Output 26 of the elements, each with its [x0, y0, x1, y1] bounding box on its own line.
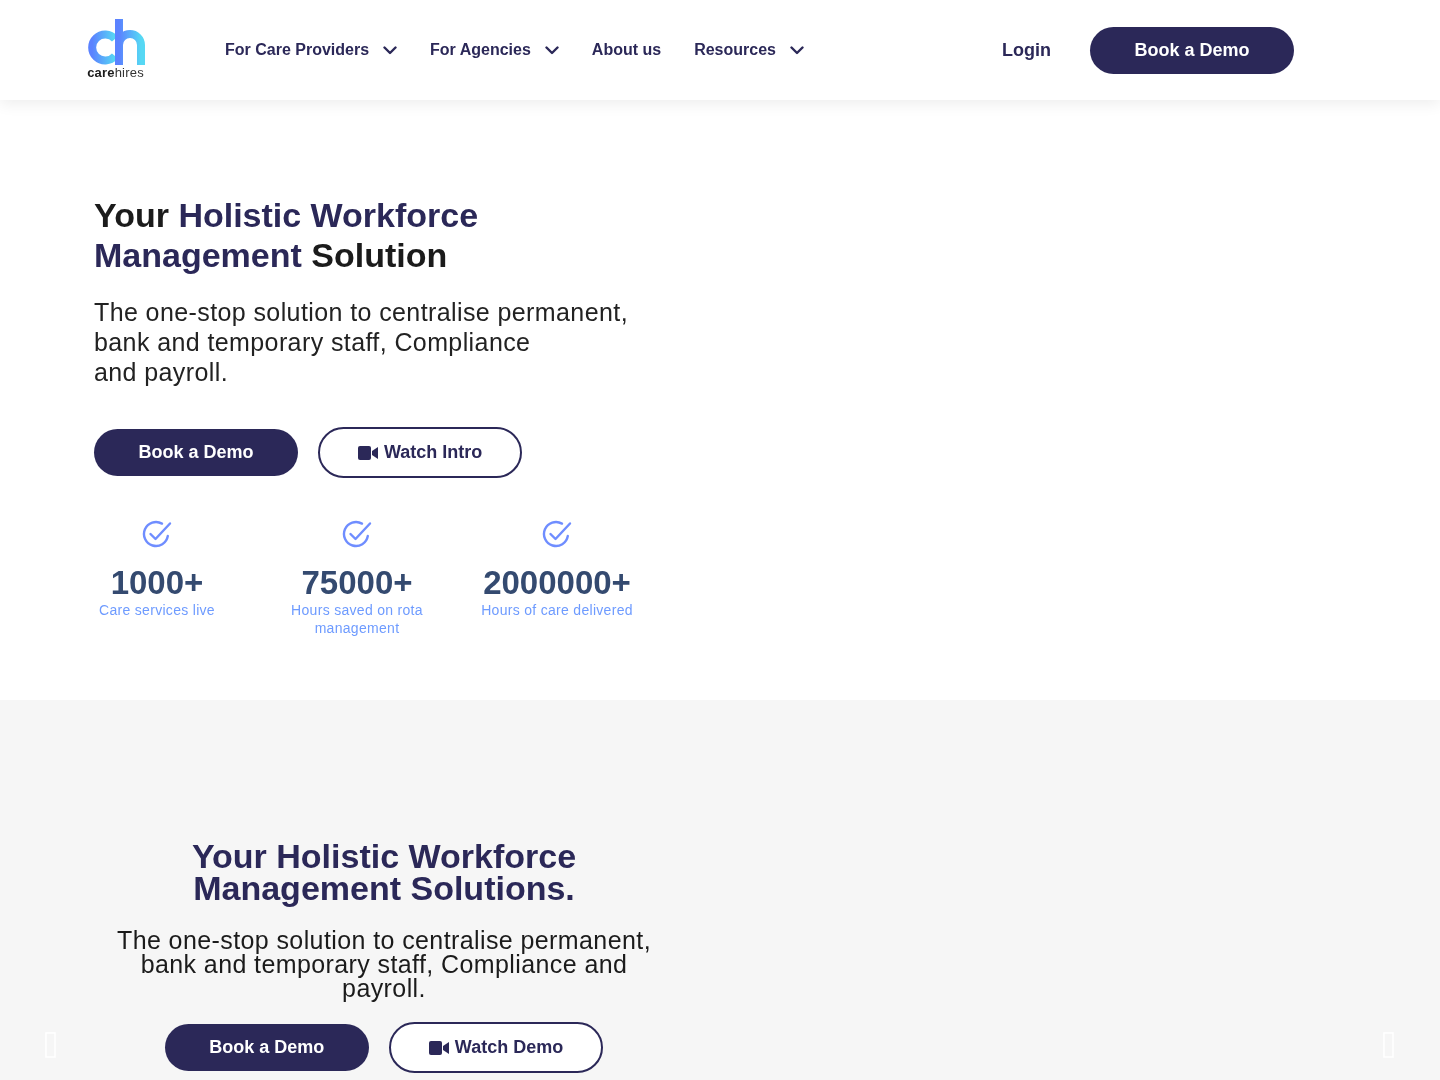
slide-description: The one-stop solution to centralise permanent, bank and temporary staff, Compliance and payroll. — [116, 928, 652, 1000]
video-camera-icon — [358, 445, 378, 460]
stat-label: Care services live — [99, 601, 215, 619]
book-demo-button[interactable]: Book a Demo — [1090, 26, 1294, 74]
stat-value: 2000000+ — [483, 565, 631, 601]
check-circle-icon — [541, 518, 573, 549]
check-circle-icon — [141, 518, 173, 549]
stat-label: Hours of care delivered — [481, 601, 633, 619]
book-demo-button[interactable]: Book a Demo — [94, 429, 298, 476]
logo-wordmark: carehires — [87, 65, 144, 80]
stat-value: 1000+ — [110, 565, 204, 601]
watch-video-button[interactable]: Watch Intro — [318, 427, 523, 478]
book-demo-button[interactable]: Book a Demo — [164, 1024, 369, 1071]
watch-video-button[interactable]: Watch Demo — [388, 1022, 604, 1073]
nav-menu-item[interactable]: Resources — [694, 41, 804, 59]
stat-value: 75000+ — [301, 565, 413, 601]
stat-label: Hours saved on rota management — [290, 601, 424, 637]
login-link[interactable]: Login — [1002, 39, 1051, 61]
logo-mark-icon — [85, 18, 146, 65]
check-circle-icon — [341, 518, 373, 549]
nav-menu-item[interactable]: For Agencies — [430, 41, 559, 59]
nav-menu-item[interactable]: For Care Providers — [225, 41, 398, 59]
nav-menu-item[interactable]: About us — [591, 41, 662, 59]
hero-heading: Your Holistic Workforce Management Solution — [94, 195, 480, 275]
hero-description: The one-stop solution to centralise permanent, bank and temporary staff, Compliance and payroll. — [94, 297, 629, 387]
video-camera-icon — [428, 1040, 449, 1055]
